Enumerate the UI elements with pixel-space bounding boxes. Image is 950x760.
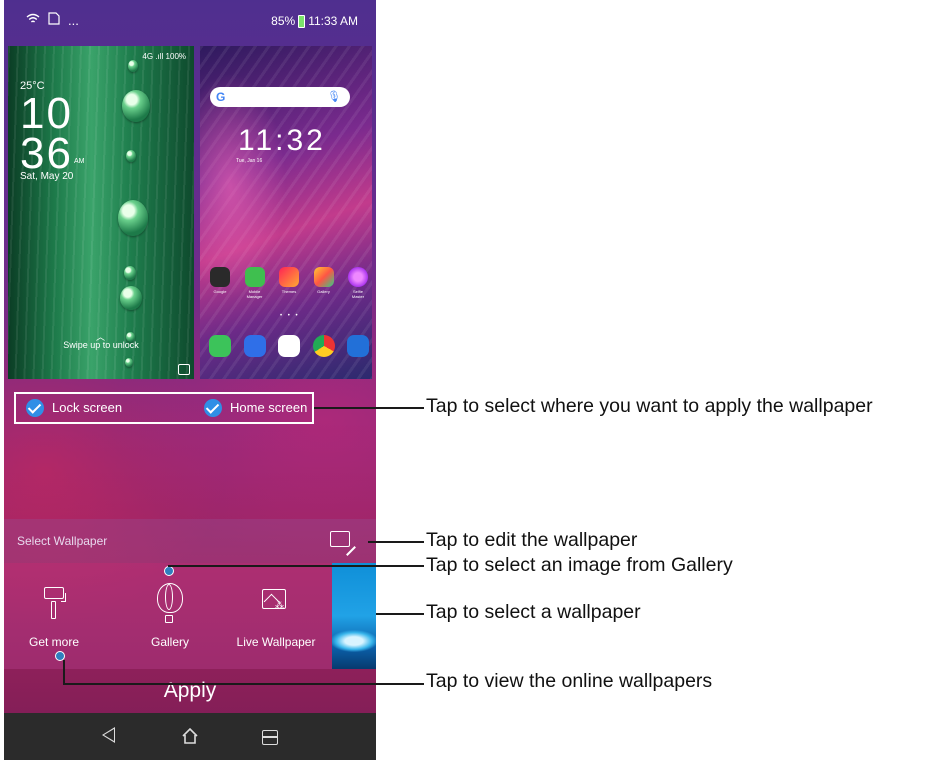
water-drop <box>128 60 138 72</box>
water-drop <box>120 286 142 310</box>
get-more-button[interactable]: Get more <box>4 563 104 669</box>
select-wallpaper-bar: Select Wallpaper <box>4 519 376 563</box>
lock-date: Sat, May 20 <box>20 171 74 182</box>
clock-ampm: AM <box>74 158 85 165</box>
water-drop <box>125 358 133 367</box>
app-row: Google Mobile Manager Themes Gallery Sel… <box>209 267 369 299</box>
lock-screen-label[interactable]: Lock screen <box>52 400 122 415</box>
callout-line-gallery <box>168 565 424 567</box>
live-wallpaper-button[interactable]: ⁂ Live Wallpaper <box>226 563 326 669</box>
camera-icon <box>178 364 190 375</box>
selfie-master-icon <box>348 267 368 287</box>
themes-icon <box>279 267 299 287</box>
camera-app-icon <box>347 335 369 357</box>
sim-icon <box>48 12 60 28</box>
apply-button[interactable]: Apply <box>4 669 376 713</box>
wifi-icon <box>26 13 40 28</box>
water-drop <box>126 150 136 162</box>
lock-screen-preview[interactable]: 4G .ıll 100% 25°C 10 36 AM Sat, May 20 ︿… <box>8 46 194 379</box>
get-more-label: Get more <box>28 635 79 649</box>
home-screen-checkbox[interactable] <box>204 399 222 417</box>
back-icon[interactable] <box>102 727 115 743</box>
home-screen-preview[interactable]: G 🎙 11:32 Tue, Jan 16 Google Mobile Mana… <box>200 46 372 379</box>
google-search-bar: G 🎙 <box>210 87 350 107</box>
callout-edit: Tap to edit the wallpaper <box>426 529 638 551</box>
callout-apply-location: Tap to select where you want to apply th… <box>426 395 873 417</box>
apply-location-selector: Lock screen Home screen <box>14 392 314 424</box>
swipe-hint: Swipe up to unlock <box>63 340 139 350</box>
app-selfie-master: Selfie Master <box>347 267 369 299</box>
water-drop <box>122 90 150 122</box>
gallery-icon <box>313 267 334 287</box>
google-folder-icon <box>210 267 230 287</box>
home-icon[interactable] <box>182 728 198 744</box>
signal-indicator: 4G .ıll 100% <box>142 52 186 61</box>
callout-line-online-vertical <box>63 660 65 684</box>
callout-line-online <box>63 683 424 685</box>
clock-minute: 36 <box>20 129 73 178</box>
phone-screen: ... 85% 11:33 AM 4G .ıll 100% 25°C 10 36… <box>4 0 376 760</box>
app-gallery: Gallery <box>313 267 335 299</box>
home-clock: 11:32 <box>238 124 326 157</box>
balloon-icon <box>157 583 183 613</box>
select-wallpaper-label: Select Wallpaper <box>17 534 108 548</box>
app-mobile-manager: Mobile Manager <box>244 267 266 299</box>
callout-line-edit <box>368 541 424 543</box>
status-bar: ... 85% 11:33 AM <box>4 0 376 42</box>
google-icon: G <box>216 90 226 104</box>
page-indicator: • • • <box>280 313 300 319</box>
navigation-bar <box>4 713 376 760</box>
app-themes: Themes <box>278 267 300 299</box>
clock: 11:33 AM <box>308 14 358 28</box>
water-drop <box>124 266 136 280</box>
home-screen-label[interactable]: Home screen <box>230 400 307 415</box>
callout-line-apply-location <box>314 407 424 409</box>
dock <box>209 335 369 357</box>
callout-line-select <box>376 613 424 615</box>
edit-wallpaper-icon[interactable] <box>330 531 350 547</box>
live-wallpaper-label: Live Wallpaper <box>236 635 316 649</box>
callout-select: Tap to select a wallpaper <box>426 601 641 623</box>
battery-icon <box>298 14 306 28</box>
water-drop <box>118 200 148 236</box>
wallpaper-thumbnail[interactable] <box>332 563 376 669</box>
recent-apps-icon[interactable] <box>262 730 278 745</box>
more-notifications: ... <box>68 12 79 28</box>
mic-icon: 🎙 <box>327 91 341 103</box>
home-date: Tue, Jan 16 <box>236 158 263 164</box>
chrome-icon <box>312 335 335 357</box>
play-store-icon <box>278 335 300 357</box>
callout-dot-gallery <box>164 566 174 576</box>
gallery-label: Gallery <box>150 635 189 649</box>
messages-icon <box>243 335 266 357</box>
battery-percent: 85% <box>271 14 296 28</box>
lock-screen-checkbox[interactable] <box>26 399 44 417</box>
callout-gallery: Tap to select an image from Gallery <box>426 554 733 576</box>
callout-online: Tap to view the online wallpapers <box>426 670 713 692</box>
app-google: Google <box>209 267 231 299</box>
mobile-manager-icon <box>244 267 265 287</box>
phone-icon <box>209 335 231 357</box>
gallery-button[interactable]: Gallery <box>120 563 220 669</box>
